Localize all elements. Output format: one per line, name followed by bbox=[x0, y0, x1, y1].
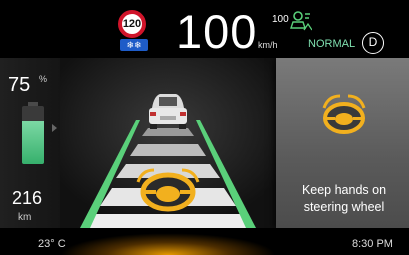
gear-indicator: D bbox=[362, 32, 384, 54]
speed-limit-sign: 120 ❄❄ bbox=[116, 10, 154, 58]
current-speed: 100 bbox=[176, 5, 258, 58]
steering-wheel-icon bbox=[322, 94, 366, 134]
outside-temperature: 23° C bbox=[38, 238, 66, 250]
set-speed: 100 bbox=[272, 14, 289, 25]
snowflake-icon: ❄❄ bbox=[120, 39, 148, 51]
clock: 8:30 PM bbox=[352, 238, 393, 250]
adaptive-cruise-icon bbox=[290, 11, 312, 31]
alert-glow bbox=[60, 233, 276, 255]
driving-scene bbox=[60, 58, 276, 228]
range-unit: km bbox=[18, 212, 32, 223]
battery-icon bbox=[22, 102, 44, 164]
range-value: 216 bbox=[12, 188, 43, 208]
lead-vehicle-icon bbox=[149, 94, 187, 129]
drive-mode: NORMAL bbox=[308, 38, 356, 50]
alert-message: Keep hands on steering wheel bbox=[301, 183, 387, 214]
battery-percent-unit: % bbox=[39, 74, 48, 84]
battery-percent: 75 bbox=[8, 74, 31, 96]
battery-arrow-icon bbox=[52, 124, 57, 132]
speed-limit-value: 120 bbox=[118, 10, 146, 38]
speed-unit: km/h bbox=[258, 40, 278, 50]
